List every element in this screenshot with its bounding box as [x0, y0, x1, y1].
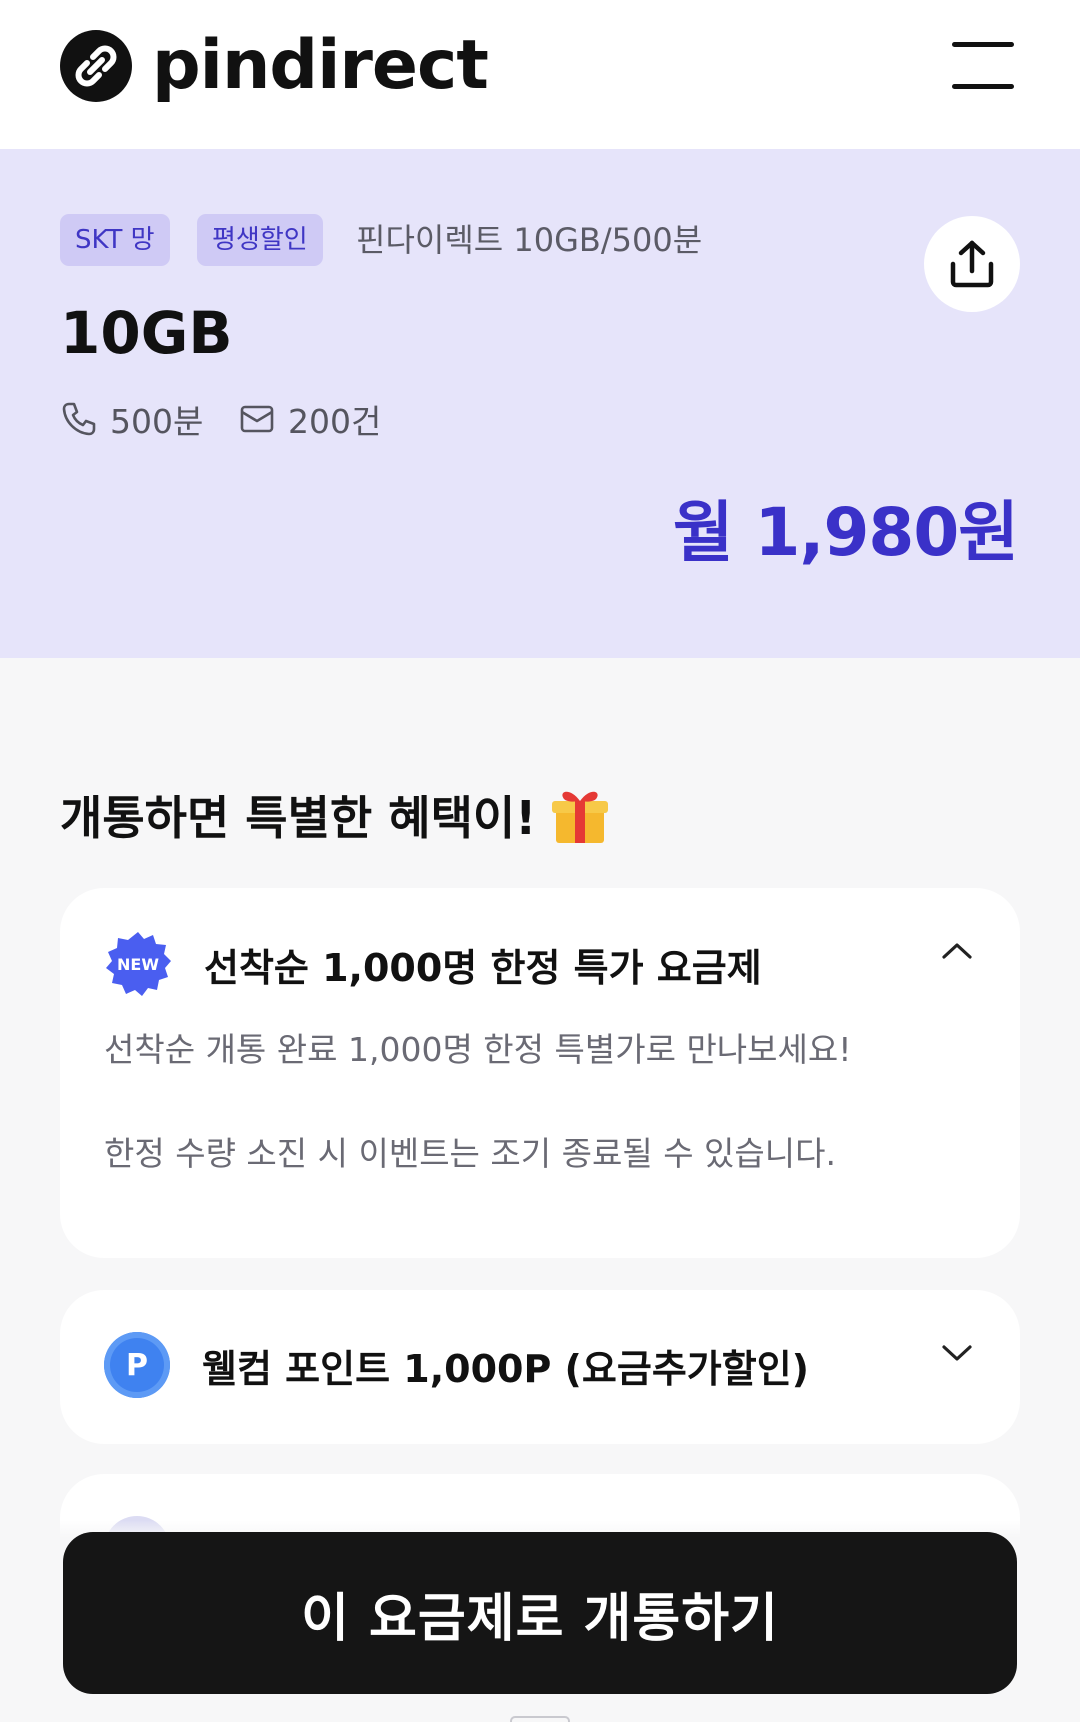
benefits-title-text: 개통하면 특별한 혜택이! [60, 791, 537, 845]
logo-text: pindirect [152, 26, 489, 105]
hamburger-menu-icon[interactable] [952, 42, 1014, 90]
logo[interactable]: pindirect [60, 26, 489, 105]
benefit-card-welcome-point-title: 웰컴 포인트 1,000P (요금추가할인) [202, 1346, 810, 1391]
benefit-card-welcome-point-header[interactable]: P 웰컴 포인트 1,000P (요금추가할인) [104, 1332, 809, 1398]
benefit-card-limited-body: 선착순 개통 완료 1,000명 한정 특별가로 만나보세요! 한정 수량 소진… [104, 1028, 851, 1176]
benefit-card-limited-title: 선착순 1,000명 한정 특가 요금제 [204, 945, 762, 990]
gift-icon [552, 791, 609, 843]
chevron-up-icon[interactable] [940, 940, 974, 962]
home-indicator [510, 1716, 570, 1722]
share-button[interactable] [924, 216, 1020, 312]
benefit-card-limited-header[interactable]: NEW 선착순 1,000명 한정 특가 요금제 [104, 930, 762, 998]
plan-name: 핀다이렉트 10GB/500분 [356, 221, 703, 259]
plan-summary: SKT 망 평생할인 핀다이렉트 10GB/500분 10GB 500분 200… [0, 149, 1080, 658]
benefits-title: 개통하면 특별한 혜택이! [60, 782, 610, 848]
call-minutes: 500분 [110, 402, 204, 441]
chevron-down-icon[interactable] [940, 1342, 974, 1364]
point-icon: P [104, 1332, 170, 1398]
benefit-description-line: 선착순 개통 완료 1,000명 한정 특별가로 만나보세요! [104, 1030, 852, 1069]
benefit-description-line: 한정 수량 소진 시 이벤트는 조기 종료될 수 있습니다. [104, 1134, 836, 1173]
network-chip: SKT 망 [60, 214, 170, 266]
phone-icon [62, 402, 96, 436]
data-amount: 10GB [60, 299, 233, 367]
benefit-card-limited: NEW 선착순 1,000명 한정 특가 요금제 선착순 개통 완료 1,000… [60, 888, 1020, 1258]
share-icon [950, 240, 994, 288]
activate-plan-button[interactable]: 이 요금제로 개통하기 [63, 1532, 1017, 1694]
svg-text:NEW: NEW [117, 955, 159, 974]
app-header: pindirect [0, 0, 1080, 149]
link-icon [60, 30, 132, 102]
call-spec: 500분 [60, 395, 203, 443]
message-count: 200건 [288, 402, 382, 441]
monthly-price: 월 1,980원 [672, 494, 1019, 571]
benefit-card-welcome-point: P 웰컴 포인트 1,000P (요금추가할인) [60, 1290, 1020, 1444]
new-badge-icon: NEW [104, 930, 172, 998]
message-spec: 200건 [238, 395, 381, 443]
page: pindirect SKT 망 평생할인 핀다이렉트 10GB/500분 10G… [0, 0, 1080, 1722]
lifetime-discount-chip: 평생할인 [197, 214, 323, 266]
mail-icon [240, 405, 274, 433]
